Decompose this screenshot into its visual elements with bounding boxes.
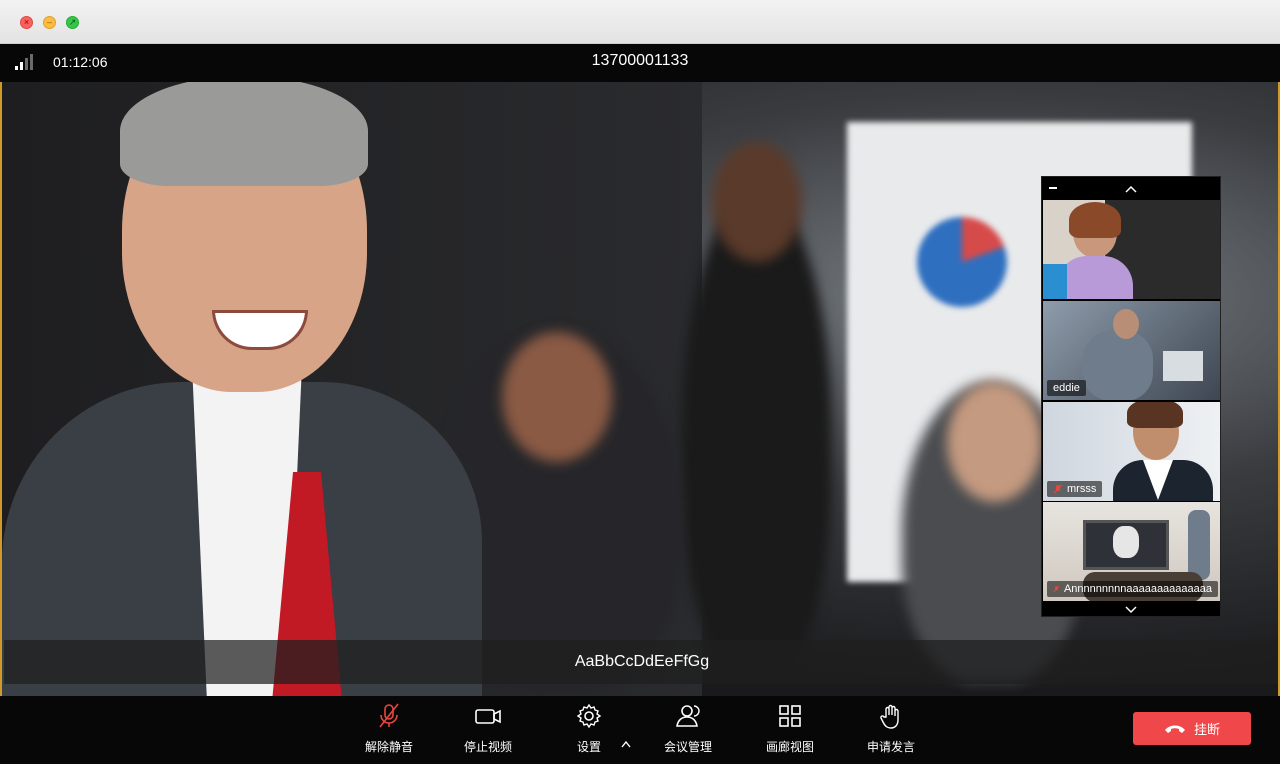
raise-hand-button[interactable]: 申请发言 xyxy=(853,702,929,758)
raise-hand-label: 申请发言 xyxy=(866,740,915,754)
mic-muted-icon xyxy=(1053,484,1063,494)
unmute-button[interactable]: 解除静音 xyxy=(351,702,427,758)
phone-hangup-icon xyxy=(1164,725,1185,733)
participant-name-label: mrsss xyxy=(1047,481,1103,497)
settings-label: 设置 xyxy=(576,740,601,754)
mic-muted-icon xyxy=(1053,585,1060,593)
participant-name: mrsss xyxy=(1067,483,1097,495)
unmute-label: 解除静音 xyxy=(364,740,413,754)
participants-icon xyxy=(676,705,700,727)
chevron-up-icon[interactable] xyxy=(1124,183,1138,195)
subtitle-text: AaBbCcDdEeFfGg xyxy=(574,653,710,670)
participant-name-label: eddie xyxy=(1047,380,1086,396)
call-toolbar: 解除静音 停止视频 设置 会议管理 画廊视图 申请发言 挂断 xyxy=(0,696,1280,764)
participant-tile[interactable]: Annnnnnnnnaaaaaaaaaaaaaa xyxy=(1043,502,1220,601)
grid-view-icon xyxy=(779,705,801,727)
subtitle-bar: AaBbCcDdEeFfGg xyxy=(4,640,1278,684)
window-close-button[interactable]: × xyxy=(20,16,33,29)
participant-tile[interactable]: mrsss xyxy=(1043,402,1220,501)
window-minimize-button[interactable]: – xyxy=(43,16,56,29)
window-maximize-button[interactable]: ↗ xyxy=(66,16,79,29)
settings-menu-caret-icon[interactable] xyxy=(620,740,632,748)
background-face xyxy=(502,332,612,462)
participant-tile[interactable]: eddie xyxy=(1043,301,1220,400)
mic-muted-icon xyxy=(379,703,399,728)
gallery-view-label: 画廊视图 xyxy=(765,740,814,754)
participant-name: eddie xyxy=(1053,382,1080,394)
chevron-down-icon[interactable] xyxy=(1124,604,1138,616)
video-pie-chart xyxy=(917,217,1007,307)
settings-button[interactable]: 设置 xyxy=(551,702,627,758)
meeting-manage-button[interactable]: 会议管理 xyxy=(650,702,726,758)
hangup-button[interactable]: 挂断 xyxy=(1133,712,1251,745)
participant-tile[interactable] xyxy=(1043,200,1220,299)
gear-icon xyxy=(576,703,602,729)
hangup-label: 挂断 xyxy=(1193,722,1220,737)
gallery-header xyxy=(1042,177,1220,200)
gallery-view-button[interactable]: 画廊视图 xyxy=(752,702,828,758)
background-face xyxy=(712,142,802,262)
call-number: 13700001133 xyxy=(591,52,689,69)
stop-video-label: 停止视频 xyxy=(463,740,512,754)
window-titlebar: × – ↗ xyxy=(0,0,1280,44)
background-face xyxy=(947,382,1042,502)
participant-gallery: eddie mrsss Annnnnnnnnaaaaaaaaaaaaaa xyxy=(1041,176,1221,617)
raise-hand-icon xyxy=(880,704,899,729)
stop-video-button[interactable]: 停止视频 xyxy=(450,702,526,758)
meeting-manage-label: 会议管理 xyxy=(663,740,712,754)
video-camera-icon xyxy=(475,709,501,724)
gallery-minimize-button[interactable] xyxy=(1049,187,1057,189)
participant-name: Annnnnnnnnaaaaaaaaaaaaaa xyxy=(1063,583,1212,595)
call-status-bar: 01:12:06 13700001133 xyxy=(0,44,1280,82)
speaker-hair xyxy=(120,82,368,186)
background-person xyxy=(682,192,832,672)
participant-name-label: Annnnnnnnnaaaaaaaaaaaaaa xyxy=(1047,581,1218,597)
